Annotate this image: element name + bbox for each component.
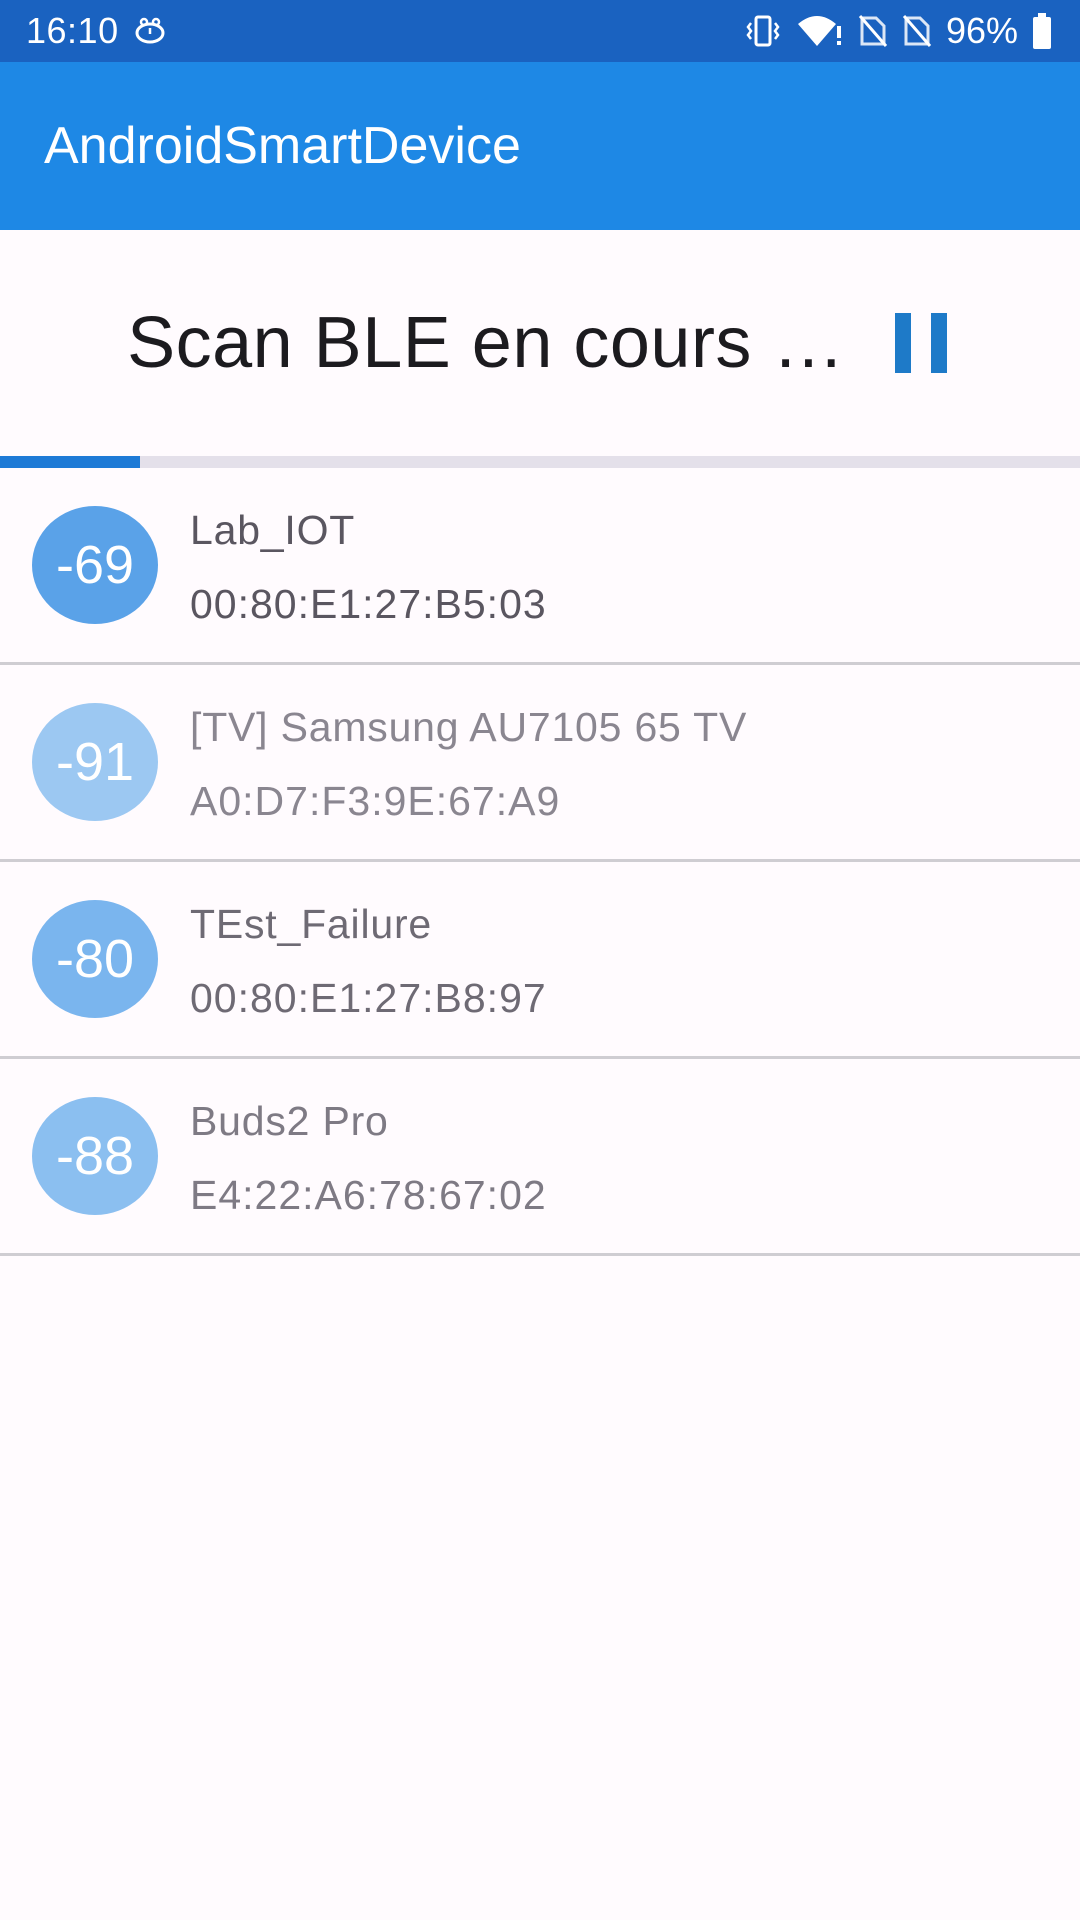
battery-percent: 96% (945, 10, 1018, 51)
device-name: [TV] Samsung AU7105 65 TV (190, 704, 748, 750)
vibrate-icon (744, 14, 782, 48)
device-info: Lab_IOT 00:80:E1:27:B5:03 (190, 506, 547, 628)
pause-button[interactable] (889, 311, 953, 375)
device-info: TEst_Failure 00:80:E1:27:B8:97 (190, 900, 547, 1022)
scan-progress-fill (0, 456, 141, 468)
device-mac-address: A0:D7:F3:9E:67:A9 (190, 778, 561, 824)
device-name: Buds2 Pro (190, 1098, 389, 1144)
app-bar: AndroidSmartDevice (0, 62, 1080, 230)
device-list-item[interactable]: -88 Buds2 Pro E4:22:A6:78:67:02 (0, 1059, 1080, 1256)
scan-header: Scan BLE en cours … (0, 230, 1080, 456)
device-list-item[interactable]: -69 Lab_IOT 00:80:E1:27:B5:03 (0, 468, 1080, 665)
status-bar: 16:10 96% (0, 0, 1080, 62)
device-info: [TV] Samsung AU7105 65 TV A0:D7:F3:9E:67:… (190, 703, 747, 825)
status-left: 16:10 (26, 10, 167, 52)
device-mac-address: 00:80:E1:27:B5:03 (190, 581, 547, 627)
pause-icon (894, 313, 911, 373)
rssi-badge: -91 (32, 703, 158, 821)
no-sim-icon (902, 14, 932, 48)
status-time: 16:10 (26, 10, 119, 51)
status-right: 96% (744, 10, 1052, 52)
battery-icon (1032, 13, 1052, 49)
scan-title: Scan BLE en cours … (127, 303, 845, 383)
rssi-badge: -80 (32, 900, 158, 1018)
wifi-icon (796, 14, 844, 48)
device-mac-address: 00:80:E1:27:B8:97 (190, 975, 547, 1021)
device-list-item[interactable]: -80 TEst_Failure 00:80:E1:27:B8:97 (0, 862, 1080, 1059)
device-info: Buds2 Pro E4:22:A6:78:67:02 (190, 1097, 547, 1219)
pause-icon-bar (930, 313, 947, 373)
app-title: AndroidSmartDevice (44, 117, 521, 175)
scan-progress-bar (0, 456, 1080, 468)
device-list-item[interactable]: -91 [TV] Samsung AU7105 65 TV A0:D7:F3:9E:… (0, 665, 1080, 862)
rssi-badge: -88 (32, 1097, 158, 1215)
alarm-icon (133, 16, 167, 46)
device-name: TEst_Failure (190, 901, 433, 947)
rssi-badge: -69 (32, 506, 158, 624)
device-list: -69 Lab_IOT 00:80:E1:27:B5:03 -91 [TV] Samsu… (0, 468, 1080, 1256)
no-sim-icon (858, 14, 888, 48)
device-mac-address: E4:22:A6:78:67:02 (190, 1172, 547, 1218)
device-name: Lab_IOT (190, 507, 356, 553)
